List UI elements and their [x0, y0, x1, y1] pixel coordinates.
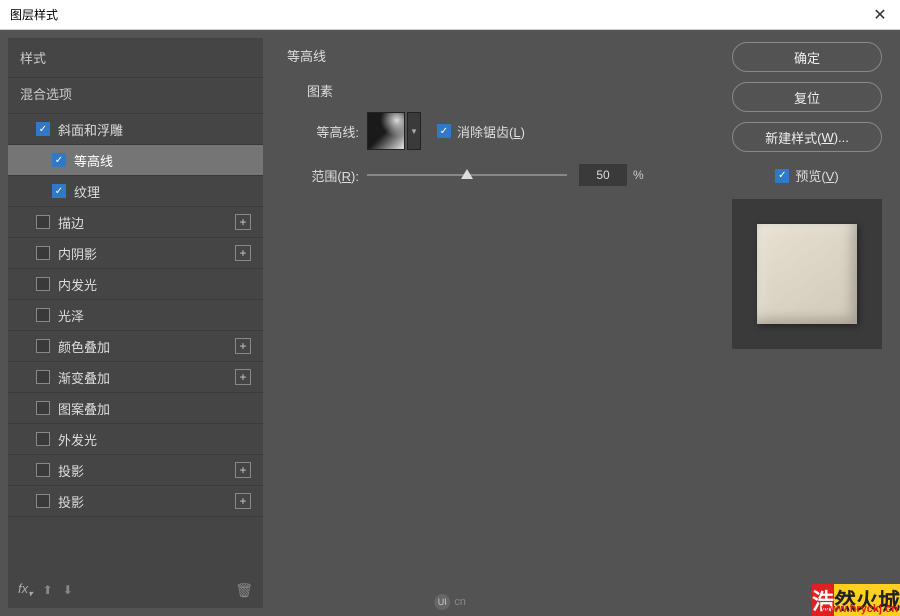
checkbox-outer-glow[interactable]	[36, 432, 50, 446]
style-label: 内发光	[58, 275, 255, 294]
add-effect-icon[interactable]: +	[235, 338, 251, 354]
style-label: 斜面和浮雕	[58, 120, 255, 139]
style-item-gradient-overlay[interactable]: 渐变叠加+	[8, 362, 263, 392]
add-effect-icon[interactable]: +	[235, 493, 251, 509]
range-label: 范围(R):	[299, 166, 359, 185]
checkbox-drop-shadow-1[interactable]	[36, 463, 50, 477]
preview-label: 预览(V)	[795, 166, 838, 185]
contour-picker[interactable]	[367, 112, 405, 150]
style-item-inner-glow[interactable]: 内发光	[8, 269, 263, 299]
action-panel: 确定 复位 新建样式(W)... 预览(V)	[722, 38, 892, 608]
checkbox-satin[interactable]	[36, 308, 50, 322]
style-item-outer-glow[interactable]: 外发光	[8, 424, 263, 454]
style-label: 光泽	[58, 306, 255, 325]
close-icon[interactable]: ✕	[870, 5, 890, 25]
preview-checkbox[interactable]	[775, 169, 789, 183]
range-input[interactable]	[579, 164, 627, 186]
checkbox-stroke[interactable]	[36, 215, 50, 229]
range-row: 范围(R): %	[299, 164, 686, 186]
window-title: 图层样式	[10, 6, 58, 23]
add-effect-icon[interactable]: +	[235, 245, 251, 261]
settings-panel: 等高线 图素 等高线: ▼ 消除锯齿(L) 范围(R): %	[271, 38, 714, 608]
ok-button[interactable]: 确定	[732, 42, 882, 72]
style-label: 外发光	[58, 430, 255, 449]
style-item-pattern-overlay[interactable]: 图案叠加	[8, 393, 263, 423]
checkbox-inner-glow[interactable]	[36, 277, 50, 291]
style-item-satin[interactable]: 光泽	[8, 300, 263, 330]
range-slider[interactable]	[367, 174, 567, 176]
arrow-down-icon[interactable]: ⬇	[63, 583, 73, 597]
style-item-contour[interactable]: 等高线	[8, 145, 263, 175]
style-item-inner-shadow[interactable]: 内阴影+	[8, 238, 263, 268]
style-label: 颜色叠加	[58, 337, 235, 356]
checkbox-gradient-overlay[interactable]	[36, 370, 50, 384]
style-label: 等高线	[74, 151, 255, 170]
styles-panel: 样式 混合选项 斜面和浮雕等高线纹理描边+内阴影+内发光光泽颜色叠加+渐变叠加+…	[8, 38, 263, 608]
checkbox-texture[interactable]	[52, 184, 66, 198]
style-item-stroke[interactable]: 描边+	[8, 207, 263, 237]
contour-label: 等高线:	[299, 122, 359, 141]
style-label: 投影	[58, 461, 235, 480]
checkbox-drop-shadow-2[interactable]	[36, 494, 50, 508]
preview-swatch	[757, 224, 857, 324]
style-item-bevel[interactable]: 斜面和浮雕	[8, 114, 263, 144]
style-label: 渐变叠加	[58, 368, 235, 387]
add-effect-icon[interactable]: +	[235, 214, 251, 230]
contour-dropdown-icon[interactable]: ▼	[407, 112, 421, 150]
add-effect-icon[interactable]: +	[235, 369, 251, 385]
style-label: 图案叠加	[58, 399, 255, 418]
watermark: 浩 然火城 www.hryckj.cn	[812, 584, 900, 616]
trash-icon[interactable]: 🗑	[235, 582, 253, 599]
ui-badge-icon: UI	[434, 594, 450, 610]
ui-badge: UI cn	[434, 594, 466, 610]
main-area: 样式 混合选项 斜面和浮雕等高线纹理描边+内阴影+内发光光泽颜色叠加+渐变叠加+…	[0, 30, 900, 616]
style-label: 纹理	[74, 182, 255, 201]
checkbox-contour[interactable]	[52, 153, 66, 167]
style-label: 描边	[58, 213, 235, 232]
checkbox-inner-shadow[interactable]	[36, 246, 50, 260]
antialiased-checkbox[interactable]	[437, 124, 451, 138]
new-style-button[interactable]: 新建样式(W)...	[732, 122, 882, 152]
style-item-color-overlay[interactable]: 颜色叠加+	[8, 331, 263, 361]
arrow-up-icon[interactable]: ⬆	[43, 583, 53, 597]
style-item-drop-shadow-1[interactable]: 投影+	[8, 455, 263, 485]
checkbox-color-overlay[interactable]	[36, 339, 50, 353]
fx-label[interactable]: fx▾	[18, 581, 33, 600]
style-item-texture[interactable]: 纹理	[8, 176, 263, 206]
style-item-drop-shadow-2[interactable]: 投影+	[8, 486, 263, 516]
left-footer: fx▾ ⬆ ⬇ 🗑	[8, 572, 263, 608]
checkbox-bevel[interactable]	[36, 122, 50, 136]
style-label: 投影	[58, 492, 235, 511]
checkbox-pattern-overlay[interactable]	[36, 401, 50, 415]
panel-title: 等高线	[287, 46, 698, 65]
preview-box	[732, 199, 882, 349]
styles-header[interactable]: 样式	[8, 38, 263, 77]
contour-row: 等高线: ▼ 消除锯齿(L)	[299, 112, 686, 150]
style-label: 内阴影	[58, 244, 235, 263]
titlebar: 图层样式 ✕	[0, 0, 900, 30]
section-label: 图素	[307, 81, 686, 100]
preview-toggle[interactable]: 预览(V)	[775, 166, 838, 185]
range-unit: %	[633, 168, 644, 182]
add-effect-icon[interactable]: +	[235, 462, 251, 478]
reset-button[interactable]: 复位	[732, 82, 882, 112]
slider-thumb-icon[interactable]	[461, 169, 473, 179]
blending-options[interactable]: 混合选项	[8, 78, 263, 113]
antialiased-label[interactable]: 消除锯齿(L)	[457, 122, 525, 141]
